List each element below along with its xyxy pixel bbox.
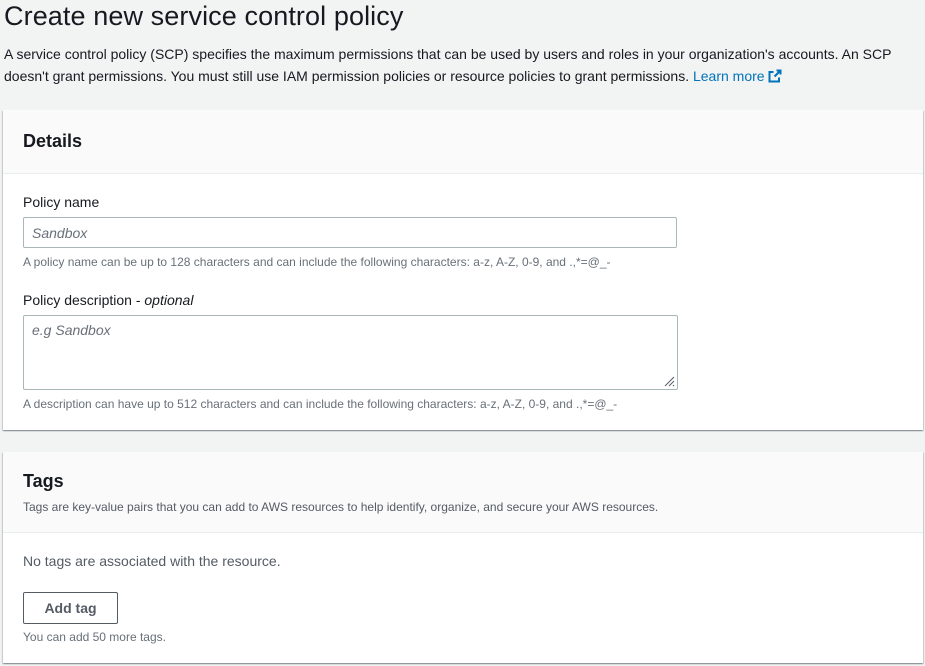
tags-panel: Tags Tags are key-value pairs that you c… [3,452,923,663]
policy-description-label: Policy description - optional [23,292,193,308]
resize-grip-icon[interactable] [663,375,675,387]
policy-description-label-text: Policy description [23,292,132,308]
tags-empty-state: No tags are associated with the resource… [23,553,281,569]
page-title: Create new service control policy [4,1,404,31]
policy-description-textarea[interactable] [23,315,678,390]
external-link-icon [768,69,782,83]
tags-header: Tags Tags are key-value pairs that you c… [3,452,923,533]
tags-description: Tags are key-value pairs that you can ad… [23,500,659,514]
tags-title: Tags [23,471,64,491]
policy-name-hint: A policy name can be up to 128 character… [23,255,611,269]
add-tag-button[interactable]: Add tag [23,592,118,624]
details-panel: Details Policy name A policy name can be… [3,110,923,430]
optional-tag: optional [144,292,194,308]
policy-description-hint: A description can have up to 512 charact… [23,397,618,411]
learn-more-link[interactable]: Learn more [693,68,782,84]
policy-name-label: Policy name [23,194,100,210]
policy-name-input[interactable] [23,217,677,248]
page-description: A service control policy (SCP) specifies… [4,43,919,87]
label-separator: - [131,292,145,308]
tags-limit-hint: You can add 50 more tags. [23,630,166,644]
learn-more-label: Learn more [692,68,765,84]
details-header: Details [3,110,923,174]
details-title: Details [23,131,83,151]
